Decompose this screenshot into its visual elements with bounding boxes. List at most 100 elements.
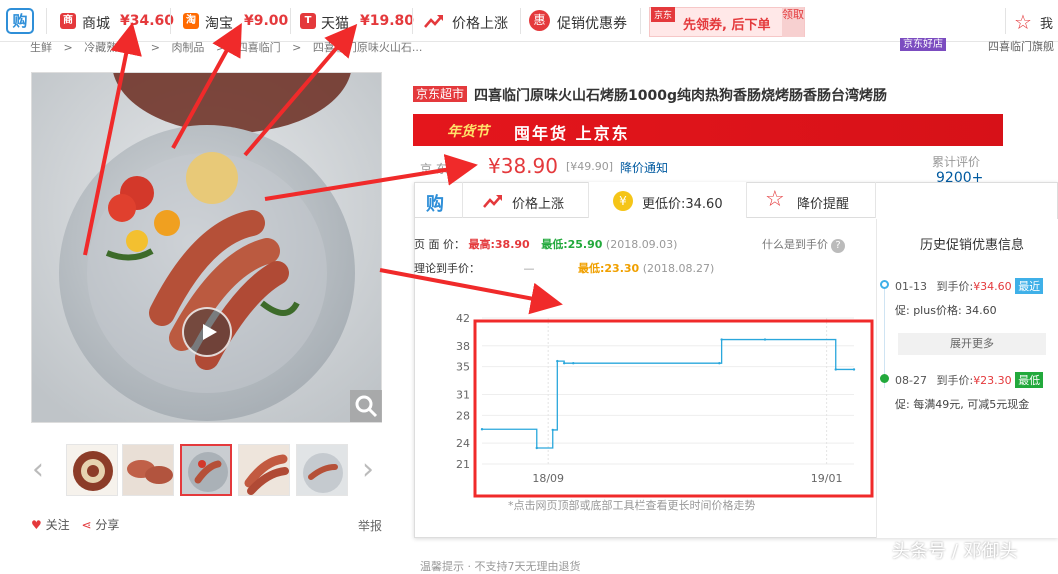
help-link[interactable]: 什么是到手价?	[762, 236, 845, 253]
thumbnail[interactable]	[296, 444, 348, 496]
breadcrumb-item[interactable]: 肉制品	[171, 41, 204, 54]
page-high-price: 最高:38.90	[468, 238, 530, 251]
history-date: 01-13	[895, 280, 927, 293]
tmall-price[interactable]: ¥19.80	[360, 13, 414, 29]
price-up-label[interactable]: 价格上涨	[452, 13, 508, 33]
play-icon	[203, 324, 217, 340]
original-price: [¥49.90]	[566, 160, 614, 173]
video-play-button[interactable]	[182, 307, 232, 357]
price-history-chart[interactable]: 21 24 28 31 35 38 42 18/09 19/01	[414, 300, 876, 500]
promo-banner[interactable]	[413, 114, 1003, 146]
product-title: 四喜临门原味火山石烤肠1000g纯肉热狗香肠烧烤肠香肠台湾烤肠	[474, 88, 887, 104]
share-link[interactable]: 分享	[95, 518, 119, 532]
coupon-text[interactable]: 先领券, 后下单	[683, 14, 770, 33]
tmall-icon: T	[300, 13, 316, 29]
help-label: 什么是到手价	[762, 238, 828, 251]
tab-lower-price[interactable]: ¥ 更低价:34.60	[589, 182, 747, 218]
tab-price-alert-label: 降价提醒	[797, 197, 850, 212]
watermark: 头条号 / 邓御头	[892, 541, 1018, 562]
y-tick-label: 31	[456, 388, 470, 401]
price-point	[720, 338, 723, 341]
timeline-line	[884, 288, 885, 388]
y-tick-label: 21	[456, 458, 470, 471]
price-point	[834, 368, 837, 371]
taobao-label[interactable]: 淘宝	[205, 13, 233, 33]
product-price: ¥38.90	[488, 154, 558, 178]
history-price: ¥23.30	[973, 374, 1012, 387]
history-price: ¥34.60	[973, 280, 1012, 293]
history-label: 到手价:	[936, 280, 974, 293]
taobao-price[interactable]: ¥9.00	[244, 13, 288, 29]
product-main-image[interactable]	[31, 72, 382, 423]
thumbnail[interactable]	[238, 444, 290, 496]
yen-coin-icon: ¥	[613, 191, 633, 211]
price-point	[551, 428, 554, 432]
tab-price-up[interactable]: 价格上涨	[463, 182, 589, 218]
gou-tab-icon: 购	[426, 194, 444, 215]
report-link[interactable]: 举报	[358, 517, 382, 534]
sausage-plate-image	[32, 73, 381, 422]
breadcrumb-item[interactable]: 冷藏熟食品	[84, 41, 139, 54]
expand-more-button[interactable]: 展开更多	[898, 333, 1046, 355]
breadcrumb-item[interactable]: 生鲜	[30, 41, 52, 54]
tab-gou[interactable]: 购	[414, 182, 463, 218]
price-point	[556, 359, 559, 363]
history-date: 08-27	[895, 374, 927, 387]
toolbar-separator	[412, 8, 413, 34]
price-notify-link[interactable]: 降价通知	[620, 159, 668, 176]
jd-mall-icon: 商	[60, 13, 76, 29]
coupon-jd-tag: 京东	[651, 7, 676, 22]
mall-label[interactable]: 商城	[82, 13, 110, 33]
y-tick-label: 42	[456, 312, 470, 325]
y-tick-label: 28	[456, 409, 470, 422]
history-promo: 促: plus价格: 34.60	[895, 304, 997, 317]
price-point	[763, 338, 767, 341]
taobao-icon: 淘	[183, 13, 199, 29]
tmall-label[interactable]: 天猫	[321, 13, 349, 33]
coupon-label[interactable]: 促销优惠券	[557, 13, 627, 33]
toolbar-separator	[640, 8, 641, 34]
follow-link[interactable]: 关注	[46, 518, 70, 532]
share-icon: ⋖	[81, 518, 92, 532]
tab-price-alert[interactable]: ☆ 降价提醒	[747, 182, 876, 218]
thumb-next-arrow[interactable]: ›	[362, 452, 374, 487]
thumbnail[interactable]	[122, 444, 174, 496]
toolbar-separator	[170, 8, 171, 34]
tab-price-up-label: 价格上涨	[512, 197, 565, 212]
thumb-prev-arrow[interactable]: ‹	[32, 452, 44, 487]
zoom-button[interactable]	[350, 390, 382, 422]
discount-icon: 惠	[529, 10, 550, 31]
heart-icon: ♥	[31, 518, 42, 532]
price-point	[562, 361, 566, 365]
theory-price-line: 理论到手价： — 最低:23.30 (2018.08.27)	[414, 260, 714, 276]
fav-label[interactable]: 我	[1040, 13, 1053, 32]
mall-price[interactable]: ¥34.60	[120, 13, 174, 29]
breadcrumb-item[interactable]: 四喜临门	[237, 41, 281, 54]
coupon-claim-button[interactable]: 领取	[782, 7, 804, 37]
thumbnail[interactable]	[66, 444, 118, 496]
review-label: 累计评价	[932, 155, 981, 169]
jd-store-badge[interactable]: 京东好店	[900, 38, 946, 51]
trend-up-icon	[483, 195, 502, 208]
history-promo: 促: 每满49元, 可减5元现金	[895, 398, 1030, 411]
theory-price-label: 理论到手价：	[414, 262, 480, 275]
page-price-line: 页 面 价： 最高:38.90 最低:25.90 (2018.09.03)	[414, 236, 677, 252]
x-tick-label: 19/01	[811, 472, 843, 485]
price-point	[572, 361, 575, 365]
timeline-dot-recent	[880, 280, 889, 289]
price-point	[718, 361, 721, 365]
thumbnail-selected[interactable]	[180, 444, 232, 496]
toolbar-separator	[1005, 8, 1006, 34]
y-tick-label: 24	[456, 437, 470, 450]
banner-text: 囤年货 上京东	[514, 124, 630, 143]
page-price-label: 页 面 价：	[414, 238, 465, 251]
theory-low-price: 最低:23.30	[578, 262, 640, 275]
star-outline-icon: ☆	[765, 187, 785, 212]
gou-logo-icon[interactable]: 购	[6, 8, 34, 34]
star-icon[interactable]: ☆	[1014, 10, 1032, 34]
price-label: 京 东 价	[420, 162, 464, 176]
history-label: 到手价:	[936, 374, 974, 387]
shop-link[interactable]: 四喜临门旗舰	[988, 38, 1054, 54]
trend-up-icon	[424, 15, 443, 28]
chart-hint: *点击网页顶部或底部工具栏查看更长时间价格走势	[508, 499, 756, 512]
